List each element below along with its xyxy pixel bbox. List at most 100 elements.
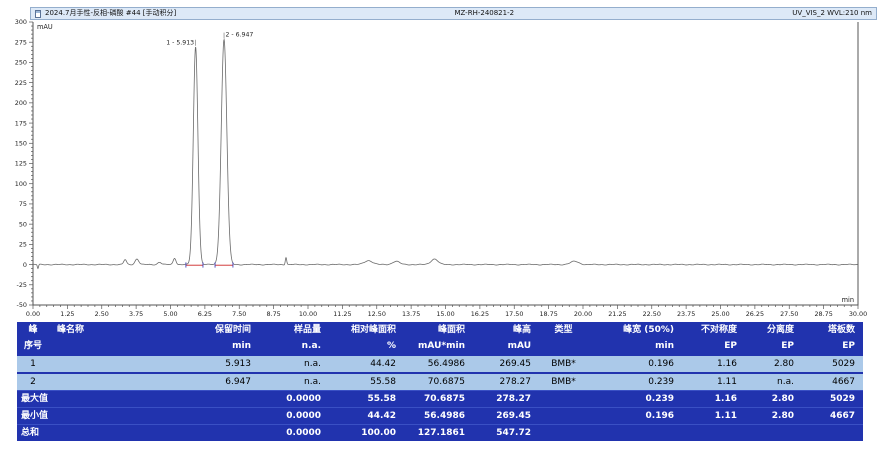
summary-value-cell: 56.4986: [404, 408, 473, 424]
summary-value-cell: 44.42: [329, 408, 404, 424]
summary-row: 最小值0.000044.4256.4986269.450.1961.112.80…: [17, 407, 863, 424]
chromatography-results-view: -50-250255075100125150175200225250275300…: [0, 0, 879, 459]
y-tick-label: 300: [15, 18, 27, 26]
y-tick-label: 75: [19, 200, 27, 208]
peak-value-cell: 1: [17, 356, 55, 372]
y-tick-label: 0: [23, 261, 27, 269]
header-cell: 分离度: [745, 322, 802, 338]
peak-value-cell: 44.42: [329, 356, 404, 372]
peak-value-cell: 5.913: [170, 356, 259, 372]
x-tick-label: 25.00: [711, 310, 729, 318]
peak-value-cell: n.a.: [259, 356, 329, 372]
injection-title: 2024.7月手性-反相-磷酸 #44 [手动积分]: [45, 8, 176, 19]
peak-value-cell: BMB*: [539, 374, 594, 390]
x-tick-label: 6.25: [198, 310, 212, 318]
header-cell: 塔板数: [802, 322, 863, 338]
summary-value-cell: [170, 391, 259, 407]
summary-value-cell: [682, 425, 745, 441]
x-tick-label: 5.00: [163, 310, 177, 318]
x-axis-unit: min: [842, 296, 854, 304]
header-cell: 保留时间: [170, 322, 259, 338]
y-tick-label: 150: [15, 139, 27, 147]
peak-value-cell: 4667: [802, 374, 863, 390]
x-tick-label: 22.50: [643, 310, 661, 318]
chromatogram-plot[interactable]: -50-250255075100125150175200225250275300…: [0, 0, 879, 320]
x-tick-label: 12.50: [368, 310, 386, 318]
summary-value-cell: 0.0000: [259, 425, 329, 441]
header-unit-cell: EP: [745, 338, 802, 354]
chromatogram-trace: [33, 40, 858, 269]
x-tick-label: 1.25: [60, 310, 74, 318]
summary-value-cell: 4667: [802, 408, 863, 424]
y-tick-label: 100: [15, 180, 27, 188]
x-tick-label: 20.00: [574, 310, 592, 318]
peak-value-cell: 56.4986: [404, 356, 473, 372]
summary-value-cell: [539, 408, 594, 424]
summary-label: 总和: [17, 425, 170, 441]
table-row[interactable]: 15.913n.a.44.4256.4986269.45BMB*0.1961.1…: [17, 354, 863, 372]
peak-value-cell: 1.16: [682, 356, 745, 372]
summary-value-cell: [170, 425, 259, 441]
peak-value-cell: n.a.: [745, 374, 802, 390]
summary-label: 最小值: [17, 408, 170, 424]
y-tick-label: 125: [15, 160, 27, 168]
header-unit-cell: mAU: [473, 338, 539, 354]
x-tick-label: 28.75: [814, 310, 832, 318]
header-unit-cell: 序号: [17, 338, 55, 354]
channel-wavelength-label: UV_VIS_2 WVL:210 nm: [792, 8, 872, 19]
y-tick-label: 250: [15, 59, 27, 67]
summary-value-cell: 5029: [802, 391, 863, 407]
peak-value-cell: 278.27: [473, 374, 539, 390]
peak-value-cell: 6.947: [170, 374, 259, 390]
summary-value-cell: [802, 425, 863, 441]
peak-value-cell: 70.6875: [404, 374, 473, 390]
peak-value-cell: 55.58: [329, 374, 404, 390]
x-tick-label: 26.25: [746, 310, 764, 318]
peak-label: 2 - 6.947: [226, 32, 254, 39]
peak-value-cell: 1.11: [682, 374, 745, 390]
y-tick-label: 175: [15, 119, 27, 127]
x-tick-label: 16.25: [471, 310, 489, 318]
summary-value-cell: [539, 425, 594, 441]
summary-value-cell: 55.58: [329, 391, 404, 407]
x-tick-label: 7.50: [232, 310, 246, 318]
summary-value-cell: 2.80: [745, 391, 802, 407]
summary-value-cell: 547.72: [473, 425, 539, 441]
x-tick-label: 11.25: [333, 310, 351, 318]
axis-frame: [33, 22, 858, 305]
header-unit-cell: n.a.: [259, 338, 329, 354]
y-tick-label: 275: [15, 38, 27, 46]
summary-value-cell: [594, 425, 682, 441]
header-unit-cell: [55, 338, 170, 354]
header-unit-cell: [539, 338, 594, 354]
y-tick-label: -25: [17, 281, 27, 289]
header-cell: 峰宽 (50%): [594, 322, 682, 338]
x-tick-label: 10.00: [299, 310, 317, 318]
x-tick-label: 8.75: [267, 310, 281, 318]
x-tick-label: 0.00: [26, 310, 40, 318]
y-axis-unit: mAU: [37, 23, 53, 31]
peak-value-cell: 5029: [802, 356, 863, 372]
header-unit-cell: EP: [682, 338, 745, 354]
summary-value-cell: 278.27: [473, 391, 539, 407]
summary-row: 总和 0.0000100.00127.1861547.72: [17, 424, 863, 441]
summary-value-cell: 100.00: [329, 425, 404, 441]
y-tick-label: 50: [19, 220, 27, 228]
table-row[interactable]: 26.947n.a.55.5870.6875278.27BMB*0.2391.1…: [17, 372, 863, 390]
peak-value-cell: BMB*: [539, 356, 594, 372]
summary-value-cell: 269.45: [473, 408, 539, 424]
x-tick-label: 2.50: [95, 310, 109, 318]
x-tick-label: 15.00: [436, 310, 454, 318]
summary-value-cell: 1.16: [682, 391, 745, 407]
x-tick-label: 21.25: [608, 310, 626, 318]
summary-value-cell: 70.6875: [404, 391, 473, 407]
table-header-row: 峰峰名称保留时间样品量相对峰面积峰面积峰高类型峰宽 (50%)不对称度分离度塔板…: [17, 322, 863, 338]
summary-value-cell: [745, 425, 802, 441]
summary-value-cell: 127.1861: [404, 425, 473, 441]
summary-value-cell: 0.0000: [259, 408, 329, 424]
header-cell: 样品量: [259, 322, 329, 338]
peak-value-cell: [55, 356, 170, 372]
summary-value-cell: [539, 391, 594, 407]
summary-value-cell: 0.196: [594, 408, 682, 424]
peak-value-cell: 0.196: [594, 356, 682, 372]
